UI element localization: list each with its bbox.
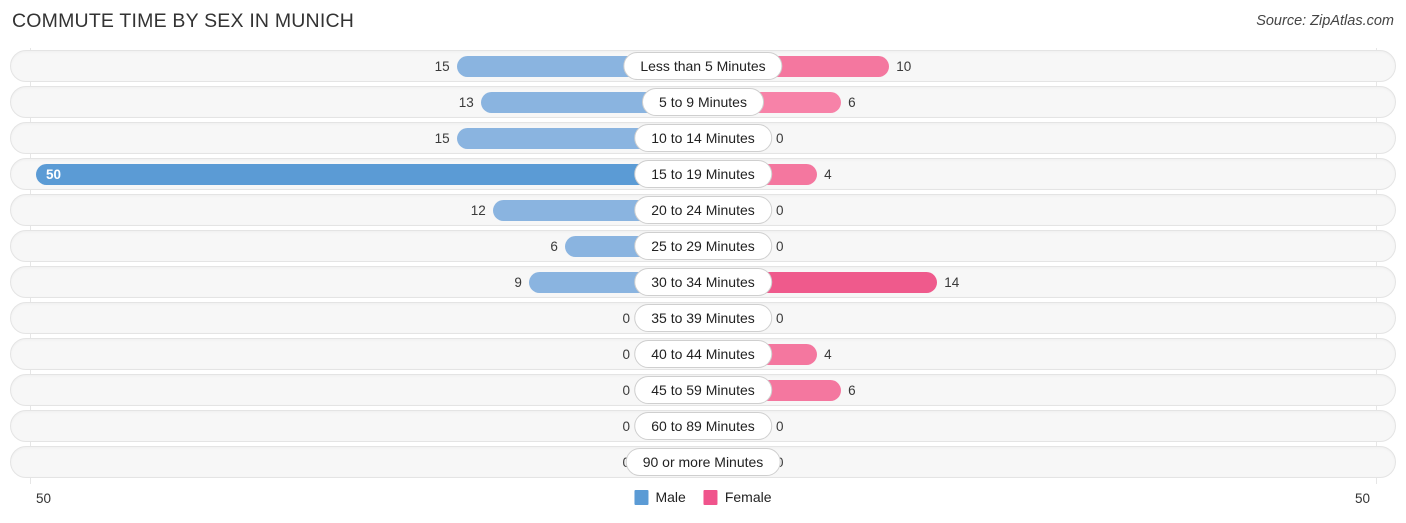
chart-header: COMMUTE TIME BY SEX IN MUNICH Source: Zi…: [0, 0, 1406, 44]
bar-value-female: 4: [824, 347, 832, 362]
bar-value-female: 0: [776, 131, 784, 146]
table-row: 0 4 40 to 44 Minutes: [0, 336, 1406, 372]
bar-male[interactable]: [36, 164, 703, 185]
category-label: 60 to 89 Minutes: [634, 412, 772, 440]
legend-swatch-icon: [634, 489, 649, 505]
table-row: 9 14 30 to 34 Minutes: [0, 264, 1406, 300]
bar-value-male: 13: [458, 95, 474, 110]
bar-value-male: 15: [434, 59, 450, 74]
chart-footer: 50 50 Male Female: [0, 485, 1406, 517]
bar-value-male: 6: [550, 239, 558, 254]
category-label: Less than 5 Minutes: [623, 52, 783, 80]
bar-rows: 15 10 Less than 5 Minutes 13 6 5 to 9 Minutes…: [0, 48, 1406, 480]
table-row: 13 6 5 to 9 Minutes: [0, 84, 1406, 120]
bar-value-female: 0: [776, 311, 784, 326]
bar-value-male: 0: [622, 311, 630, 326]
axis-label-left: 50: [36, 491, 52, 506]
bar-value-male: 0: [622, 419, 630, 434]
table-row: 0 6 45 to 59 Minutes: [0, 372, 1406, 408]
table-row: 0090 or more Minutes: [0, 444, 1406, 480]
bar-value-male: 12: [470, 203, 486, 218]
table-row: 12 0 20 to 24 Minutes: [0, 192, 1406, 228]
bar-value-female: 14: [944, 275, 960, 290]
plot-area: 15 10 Less than 5 Minutes 13 6 5 to 9 Minutes…: [0, 48, 1406, 484]
bar-value-male: 0: [622, 383, 630, 398]
legend: Male Female: [634, 489, 772, 505]
bar-value-male: 50: [46, 167, 62, 182]
bar-value-female: 0: [776, 419, 784, 434]
category-label: 90 or more Minutes: [625, 448, 781, 476]
category-label: 40 to 44 Minutes: [634, 340, 772, 368]
table-row: 6 0 25 to 29 Minutes: [0, 228, 1406, 264]
bar-value-female: 10: [896, 59, 912, 74]
category-label: 10 to 14 Minutes: [634, 124, 772, 152]
table-row: 0 0 35 to 39 Minutes: [0, 300, 1406, 336]
legend-item[interactable]: Male: [634, 489, 686, 505]
bar-value-female: 0: [776, 239, 784, 254]
page-title: COMMUTE TIME BY SEX IN MUNICH: [12, 10, 355, 32]
table-row: 15 0 10 to 14 Minutes: [0, 120, 1406, 156]
table-row: 15 10 Less than 5 Minutes: [0, 48, 1406, 84]
table-row: 50 4 15 to 19 Minutes: [0, 156, 1406, 192]
category-label: 20 to 24 Minutes: [634, 196, 772, 224]
bar-value-female: 4: [824, 167, 832, 182]
chart-container: COMMUTE TIME BY SEX IN MUNICH Source: Zi…: [0, 0, 1406, 523]
legend-label: Female: [724, 489, 772, 505]
axis-label-right: 50: [1354, 491, 1370, 506]
legend-swatch-icon: [703, 489, 718, 505]
category-label: 45 to 59 Minutes: [634, 376, 772, 404]
bar-value-male: 0: [622, 347, 630, 362]
source-attribution: Source: ZipAtlas.com: [1256, 13, 1394, 29]
bar-value-female: 6: [848, 95, 856, 110]
category-label: 15 to 19 Minutes: [634, 160, 772, 188]
bar-value-male: 9: [514, 275, 522, 290]
bar-value-female: 0: [776, 203, 784, 218]
table-row: 0 0 60 to 89 Minutes: [0, 408, 1406, 444]
category-label: 5 to 9 Minutes: [642, 88, 764, 116]
legend-label: Male: [655, 489, 686, 505]
bar-value-male: 15: [434, 131, 450, 146]
category-label: 35 to 39 Minutes: [634, 304, 772, 332]
category-label: 30 to 34 Minutes: [634, 268, 772, 296]
bar-value-female: 6: [848, 383, 856, 398]
category-label: 25 to 29 Minutes: [634, 232, 772, 260]
legend-item[interactable]: Female: [703, 489, 772, 505]
